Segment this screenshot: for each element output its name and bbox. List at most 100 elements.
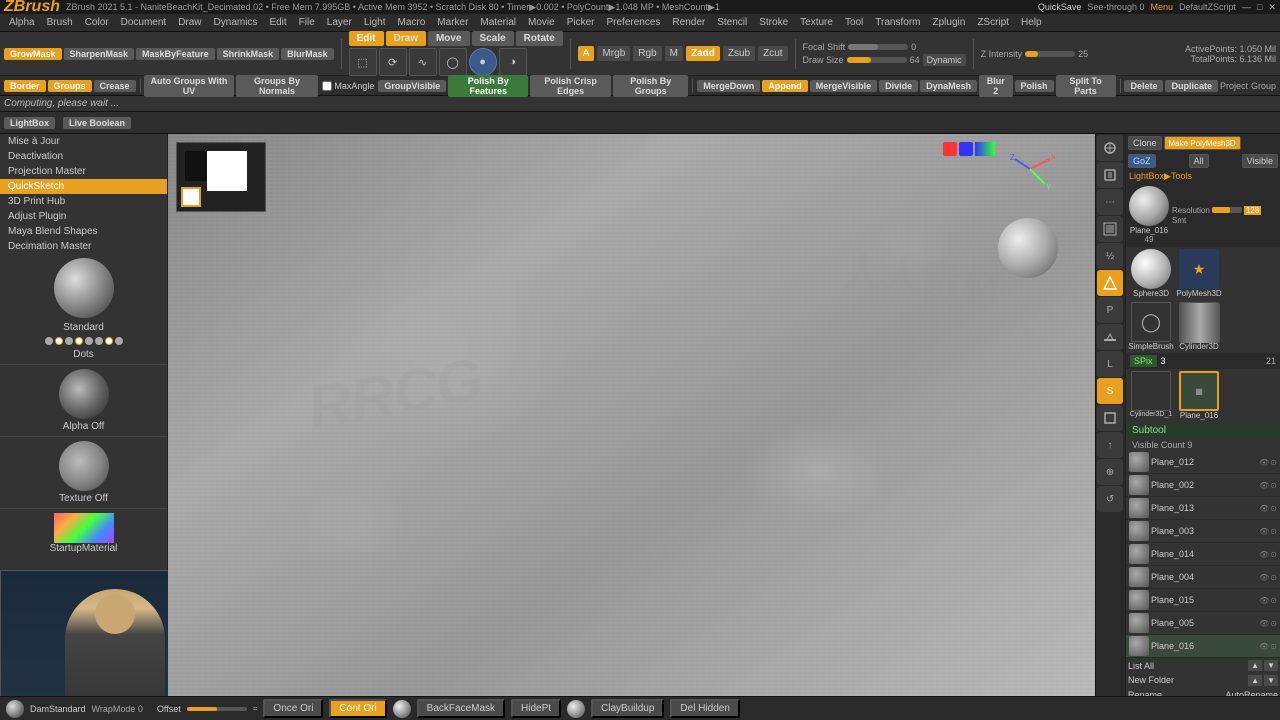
auto-groups-uv-btn[interactable]: Auto Groups With UV [144, 75, 233, 97]
lasso-tool[interactable]: ⟳ [379, 48, 407, 76]
brush-dot-1[interactable] [45, 337, 53, 345]
canvas-orb[interactable] [998, 218, 1058, 278]
damstandard-sphere[interactable] [6, 700, 24, 718]
menu-preferences[interactable]: Preferences [601, 16, 665, 29]
move-btn[interactable]: Move [428, 31, 470, 46]
aahalf-icon[interactable]: ½ [1097, 243, 1123, 269]
menu-marker[interactable]: Marker [432, 16, 473, 29]
mrgb-btn[interactable]: Mrgb [597, 46, 630, 61]
lightbox-btn[interactable]: LightBox [4, 117, 55, 129]
subtool-item-plane_016[interactable]: Plane_016 👁 ⊙ [1126, 635, 1280, 658]
brush-dot-5[interactable] [85, 337, 93, 345]
brush-dot-3[interactable] [65, 337, 73, 345]
mergevisible-btn[interactable]: MergeVisible [810, 80, 877, 92]
default-zscript-btn[interactable]: DefaultZScript [1179, 2, 1236, 13]
lightbox-tools-link[interactable]: LightBox▶Tools [1126, 170, 1280, 183]
blurmask-btn[interactable]: BlurMask [281, 48, 334, 60]
subtool-eye-6[interactable]: 👁 [1259, 596, 1269, 605]
live-boolean-btn[interactable]: Live Boolean [63, 117, 131, 129]
menu-light[interactable]: Light [359, 16, 391, 29]
menu-stencil[interactable]: Stencil [712, 16, 752, 29]
maya-blend-shapes-item[interactable]: Maya Blend Shapes [0, 224, 167, 239]
maximize-btn[interactable]: □ [1257, 2, 1262, 13]
clay-buildup-btn[interactable]: ClayBuildup [591, 699, 664, 718]
a-btn[interactable]: A [578, 46, 595, 61]
subtool-lock-8[interactable]: ⊙ [1270, 642, 1277, 651]
subtool-eye-2[interactable]: 👁 [1259, 504, 1269, 513]
frame-icon[interactable] [1097, 405, 1123, 431]
make-polymesh3d-btn[interactable]: Make PolyMesh3D [1164, 136, 1241, 150]
subtool-eye-8[interactable]: 👁 [1259, 642, 1269, 651]
rotate-btn[interactable]: Rotate [516, 31, 563, 46]
persp-icon[interactable]: P [1097, 297, 1123, 323]
menu-help[interactable]: Help [1016, 16, 1047, 29]
subtool-lock-2[interactable]: ⊙ [1270, 504, 1277, 513]
mergedown-btn[interactable]: MergeDown [697, 80, 760, 92]
offset-slider[interactable] [187, 707, 247, 711]
smooth-tool[interactable]: ∿ [409, 48, 437, 76]
dynamic-btn[interactable]: Dynamic [923, 54, 966, 66]
cylinder3d-1-tool[interactable]: Cylinder3D_1 [1128, 371, 1174, 420]
subtool-lock-6[interactable]: ⊙ [1270, 596, 1277, 605]
brush-dot-4[interactable] [75, 337, 83, 345]
polish-crisp-edges-btn[interactable]: Polish Crisp Edges [530, 75, 611, 97]
decimation-master-item[interactable]: Decimation Master [0, 239, 167, 254]
subtool-lock-7[interactable]: ⊙ [1270, 619, 1277, 628]
half-sphere-tool[interactable]: ◑ [499, 48, 527, 76]
all-btn[interactable]: All [1189, 154, 1209, 168]
new-folder-label[interactable]: New Folder [1128, 675, 1246, 686]
alpha-sphere-preview[interactable] [59, 369, 109, 419]
maskbyfeature-btn[interactable]: MaskByFeature [136, 48, 215, 60]
rotate-icon[interactable]: ↺ [1097, 486, 1123, 512]
dynamesh-btn[interactable]: DynaMesh [920, 80, 977, 92]
polish-by-groups-btn[interactable]: Polish By Groups [613, 75, 688, 97]
plane-016-sphere[interactable] [1129, 186, 1169, 226]
rgb-btn[interactable]: Rgb [633, 46, 661, 61]
zcut-btn[interactable]: Zcut [758, 46, 787, 61]
folder-up-btn[interactable]: ▲ [1248, 675, 1262, 686]
menu-stroke[interactable]: Stroke [754, 16, 793, 29]
menu-alpha[interactable]: Alpha [4, 16, 40, 29]
minimize-btn[interactable]: — [1242, 2, 1251, 13]
texture-sphere-preview[interactable] [59, 441, 109, 491]
subtool-lock-5[interactable]: ⊙ [1270, 573, 1277, 582]
menu-draw[interactable]: Draw [173, 16, 206, 29]
projection-master-item[interactable]: Projection Master [0, 164, 167, 179]
simplebrush-tool[interactable]: ◯ SimpleBrush [1128, 302, 1174, 351]
groups-btn[interactable]: Groups [48, 80, 92, 92]
visible-btn[interactable]: Visible [1242, 154, 1278, 168]
mise-a-jour-item[interactable]: Mise à Jour [0, 134, 167, 149]
sym2-icon[interactable]: S [1097, 378, 1123, 404]
flatten-tool[interactable]: ◯ [439, 48, 467, 76]
menu-btn[interactable]: Menu [1150, 2, 1173, 13]
append-btn[interactable]: Append [762, 80, 808, 92]
subtool-lock-0[interactable]: ⊙ [1270, 458, 1277, 467]
center-canvas[interactable]: X Y Z RRCG 人人素材 [168, 134, 1095, 696]
clone-btn[interactable]: Clone [1128, 136, 1162, 150]
material-swatch[interactable] [54, 513, 114, 543]
subtool-item-plane_002[interactable]: Plane_002 👁 ⊙ [1126, 474, 1280, 497]
quicksave-btn[interactable]: QuickSave [1038, 2, 1082, 13]
cont-ori-btn[interactable]: Cont Ori [329, 699, 386, 718]
draw-btn[interactable]: Draw [386, 31, 426, 46]
menu-transform[interactable]: Transform [870, 16, 925, 29]
3d-print-hub-item[interactable]: 3D Print Hub [0, 194, 167, 209]
clay-sphere[interactable] [567, 700, 585, 718]
bpr-icon[interactable] [1097, 135, 1123, 161]
menu-file[interactable]: File [294, 16, 320, 29]
subtool-item-plane_005[interactable]: Plane_005 👁 ⊙ [1126, 612, 1280, 635]
menu-color[interactable]: Color [80, 16, 114, 29]
move-view-icon[interactable]: ↑ [1097, 432, 1123, 458]
goz-btn[interactable]: GoZ [1128, 154, 1156, 168]
menu-macro[interactable]: Macro [393, 16, 431, 29]
menu-movie[interactable]: Movie [523, 16, 560, 29]
delete-btn[interactable]: Delete [1124, 80, 1163, 92]
duplicate-btn[interactable]: Duplicate [1165, 80, 1218, 92]
zoom3d-icon[interactable]: ⊕ [1097, 459, 1123, 485]
once-ori-btn[interactable]: Once Ori [263, 699, 323, 718]
menu-render[interactable]: Render [667, 16, 710, 29]
quick-sketch-item[interactable]: QuickSketch [0, 179, 167, 194]
subtool-eye-3[interactable]: 👁 [1259, 527, 1269, 536]
subtool-item-plane_003[interactable]: Plane_003 👁 ⊙ [1126, 520, 1280, 543]
menu-dynamics[interactable]: Dynamics [209, 16, 263, 29]
